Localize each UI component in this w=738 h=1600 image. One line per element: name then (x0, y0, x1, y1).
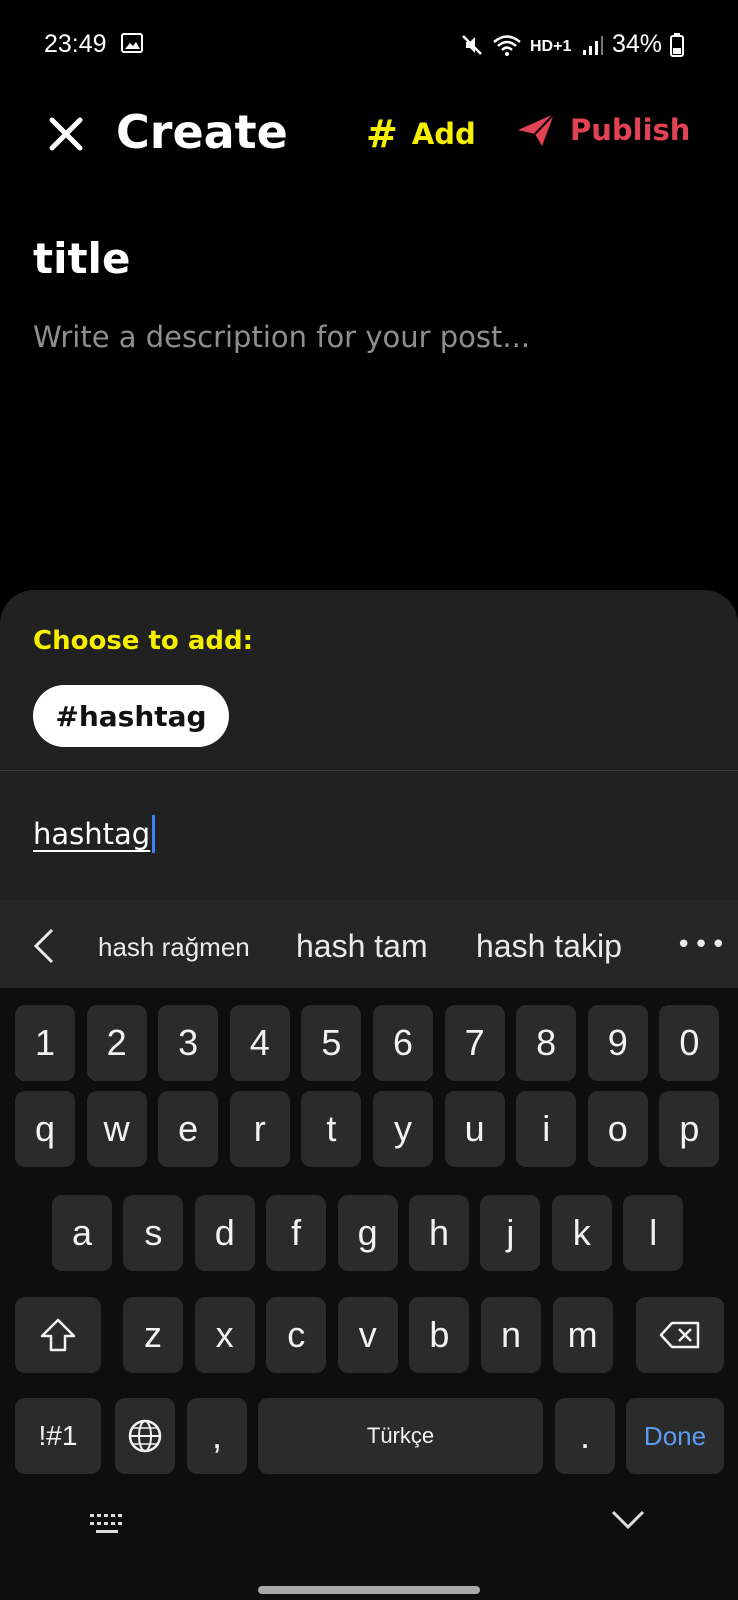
gallery-icon (121, 33, 143, 53)
shift-key[interactable] (15, 1297, 101, 1373)
key-q[interactable]: q (15, 1091, 75, 1167)
key-j[interactable]: j (480, 1195, 541, 1271)
key-v[interactable]: v (337, 1297, 398, 1373)
backspace-key[interactable] (636, 1297, 724, 1373)
sheet-label: Choose to add: (33, 626, 253, 656)
home-indicator[interactable] (258, 1586, 480, 1594)
page-title: Create (116, 105, 288, 159)
key-c[interactable]: c (266, 1297, 327, 1373)
navigation-bar (0, 1460, 738, 1600)
status-icons: HD+1 34% (460, 30, 684, 59)
add-button[interactable]: # Add (366, 112, 476, 156)
key-n[interactable]: n (481, 1297, 541, 1373)
hashtag-chip[interactable]: #hashtag (33, 685, 229, 747)
keyboard-icon[interactable] (88, 1510, 128, 1540)
battery-percent: 34% (611, 30, 662, 58)
key-3[interactable]: 3 (158, 1005, 219, 1081)
add-sheet: Choose to add: #hashtag hashtag (0, 590, 738, 900)
key-y[interactable]: y (373, 1091, 433, 1167)
key-e[interactable]: e (158, 1091, 219, 1167)
hashtag-input-value: hashtag (33, 817, 151, 851)
key-w[interactable]: w (86, 1091, 147, 1167)
text-caret (152, 815, 156, 853)
key-l[interactable]: l (623, 1195, 684, 1271)
key-4[interactable]: 4 (229, 1005, 290, 1081)
key-z[interactable]: z (123, 1297, 183, 1373)
hash-icon: # (366, 112, 398, 156)
post-title-field[interactable]: title (33, 234, 130, 283)
add-label: Add (411, 117, 476, 151)
backspace-icon (659, 1321, 700, 1349)
key-t[interactable]: t (301, 1091, 362, 1167)
signal-icon (582, 35, 603, 55)
key-u[interactable]: u (444, 1091, 505, 1167)
send-icon (518, 113, 555, 146)
key-r[interactable]: r (229, 1091, 290, 1167)
suggestion-1[interactable]: hash rağmen (98, 932, 250, 963)
key-1[interactable]: 1 (15, 1005, 75, 1081)
key-x[interactable]: x (194, 1297, 255, 1373)
svg-text:HD+1: HD+1 (530, 38, 571, 55)
status-bar: 23:49 HD+1 34% (0, 0, 738, 90)
suggestion-bar: hash rağmen hash tam hash takip ••• (0, 900, 738, 988)
key-h[interactable]: h (409, 1195, 469, 1271)
suggestion-3[interactable]: hash takip (476, 928, 622, 965)
key-o[interactable]: o (587, 1091, 648, 1167)
post-description-field[interactable]: Write a description for your post... (33, 320, 530, 354)
more-suggestions-icon[interactable]: ••• (676, 930, 728, 960)
key-5[interactable]: 5 (301, 1005, 362, 1081)
key-d[interactable]: d (194, 1195, 255, 1271)
suggestion-2[interactable]: hash tam (296, 928, 428, 965)
globe-icon (128, 1419, 162, 1453)
key-i[interactable]: i (516, 1091, 577, 1167)
key-p[interactable]: p (659, 1091, 720, 1167)
key-s[interactable]: s (123, 1195, 184, 1271)
divider (0, 770, 738, 771)
chevron-left-icon[interactable] (30, 926, 58, 966)
key-8[interactable]: 8 (516, 1005, 577, 1081)
hd-volte-icon: HD+1 (530, 38, 571, 55)
key-9[interactable]: 9 (587, 1005, 648, 1081)
shift-icon (40, 1318, 76, 1352)
key-g[interactable]: g (337, 1195, 398, 1271)
key-0[interactable]: 0 (659, 1005, 720, 1081)
key-7[interactable]: 7 (444, 1005, 505, 1081)
battery-icon (670, 32, 684, 57)
key-m[interactable]: m (552, 1297, 613, 1373)
key-2[interactable]: 2 (86, 1005, 147, 1081)
mute-icon (462, 34, 482, 55)
key-k[interactable]: k (551, 1195, 612, 1271)
close-icon[interactable] (46, 114, 86, 154)
wifi-icon (493, 34, 521, 56)
status-time: 23:49 (44, 30, 107, 58)
publish-label: Publish (570, 113, 691, 147)
publish-button[interactable]: Publish (516, 112, 690, 148)
key-f[interactable]: f (266, 1195, 327, 1271)
key-a[interactable]: a (52, 1195, 112, 1271)
chevron-down-icon[interactable] (610, 1508, 646, 1532)
app-header: Create # Add Publish (0, 100, 738, 170)
hashtag-input-field[interactable]: hashtag (33, 814, 156, 854)
key-6[interactable]: 6 (373, 1005, 433, 1081)
key-b[interactable]: b (409, 1297, 470, 1373)
